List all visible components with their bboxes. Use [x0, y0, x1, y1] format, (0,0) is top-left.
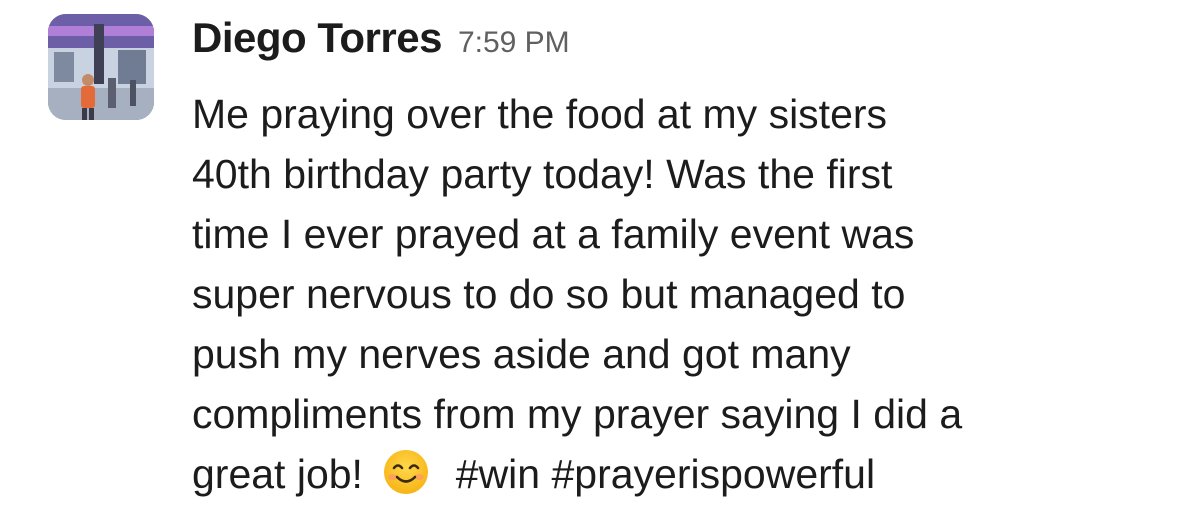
message-line: super nervous to do so but managed to — [192, 271, 906, 317]
message-line: 40th birthday party today! Was the first — [192, 151, 893, 197]
avatar-photo — [48, 14, 154, 120]
timestamp[interactable]: 7:59 PM — [458, 26, 570, 60]
message-content: Diego Torres 7:59 PM Me praying over the… — [192, 14, 1182, 504]
chat-message: Diego Torres 7:59 PM Me praying over the… — [48, 14, 1188, 504]
message-line: compliments from my prayer saying I did … — [192, 391, 963, 437]
message-header: Diego Torres 7:59 PM — [192, 14, 1182, 80]
author-name[interactable]: Diego Torres — [192, 14, 442, 62]
hashtag-link[interactable]: #prayerispowerful — [552, 451, 876, 497]
message-line-last: great job! #win #prayerispowerful — [192, 444, 1182, 504]
message-body: Me praying over the food at my sisters 4… — [192, 84, 1182, 504]
message-text: great job! — [192, 451, 363, 497]
message-line: time I ever prayed at a family event was — [192, 211, 915, 257]
message-line: Me praying over the food at my sisters — [192, 91, 888, 137]
hashtag-link[interactable]: #win — [456, 451, 540, 497]
avatar[interactable] — [48, 14, 154, 120]
message-line: push my nerves aside and got many — [192, 331, 851, 377]
smiling-face-icon — [382, 448, 430, 496]
